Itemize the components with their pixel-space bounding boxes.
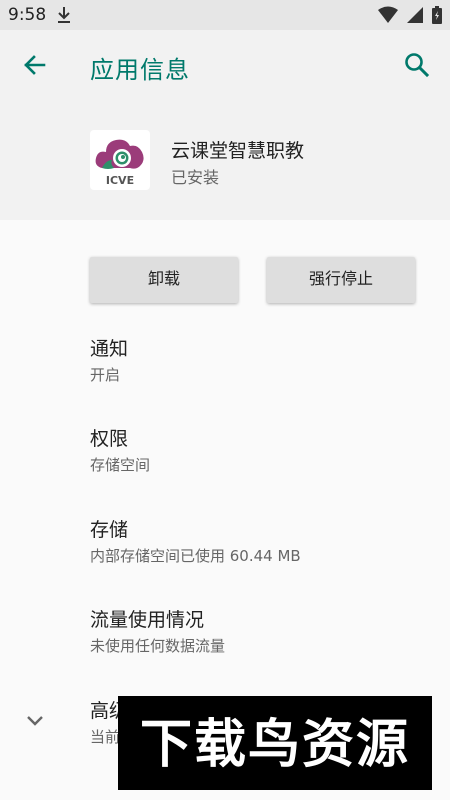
download-icon	[58, 7, 70, 23]
settings-item-subtitle: 内部存储空间已使用 60.44 MB	[90, 547, 301, 565]
search-icon[interactable]	[400, 48, 434, 82]
battery-icon	[432, 6, 442, 24]
settings-item-subtitle: 未使用任何数据流量	[90, 637, 226, 655]
settings-item-permissions[interactable]: 权限 存储空间	[90, 426, 150, 476]
settings-item-notifications[interactable]: 通知 开启	[90, 336, 128, 386]
app-header: ICVE 云课堂智慧职教 已安装	[0, 102, 450, 220]
app-bar: 应用信息	[0, 30, 450, 102]
settings-item-subtitle: 存储空间	[90, 456, 151, 474]
chevron-down-icon[interactable]	[24, 710, 46, 732]
page-title: 应用信息	[90, 56, 190, 84]
settings-item-data-usage[interactable]: 流量使用情况 未使用任何数据流量	[90, 607, 225, 657]
force-stop-button[interactable]: 强行停止	[267, 257, 415, 303]
cloud-logo-icon: ICVE	[95, 139, 144, 187]
wifi-icon	[377, 6, 398, 23]
signal-icon	[406, 7, 423, 23]
settings-item-storage[interactable]: 存储 内部存储空间已使用 60.44 MB	[90, 517, 301, 567]
settings-item-title: 存储	[90, 519, 129, 541]
settings-item-title: 权限	[90, 428, 129, 450]
logo-text: ICVE	[106, 174, 134, 187]
settings-item-subtitle: 开启	[90, 366, 121, 384]
install-status: 已安装	[171, 168, 220, 187]
uninstall-button[interactable]: 卸载	[90, 257, 238, 303]
watermark: 下载鸟资源	[118, 696, 432, 790]
status-bar: 9:58	[0, 0, 450, 30]
watermark-text: 下载鸟资源	[140, 715, 410, 775]
app-name: 云课堂智慧职教	[171, 140, 305, 162]
app-logo: ICVE	[90, 130, 150, 190]
settings-item-title: 流量使用情况	[90, 609, 205, 631]
status-icons	[374, 6, 442, 24]
settings-item-title: 通知	[90, 338, 129, 360]
status-time: 9:58	[8, 5, 47, 25]
arrow-back-icon[interactable]	[18, 48, 52, 82]
